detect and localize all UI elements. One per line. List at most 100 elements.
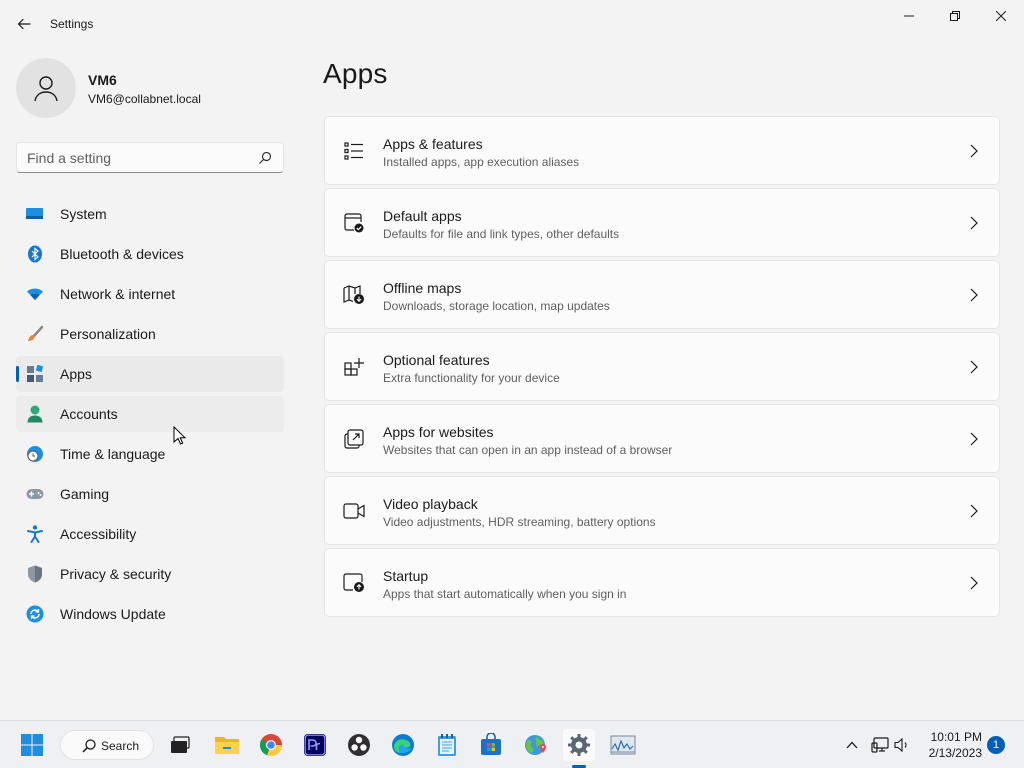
card-apps-for-websites[interactable]: Apps for websites Websites that can open… — [324, 404, 1000, 473]
search-icon[interactable] — [257, 150, 273, 166]
sidebar-item-gaming[interactable]: Gaming — [16, 476, 284, 512]
chevron-right-icon — [967, 575, 981, 591]
card-title: Apps & features — [383, 136, 483, 152]
maximize-button[interactable] — [932, 0, 978, 32]
file-explorer-button[interactable] — [211, 729, 243, 761]
user-email: VM6@collabnet.local — [88, 92, 201, 106]
sidebar-item-network[interactable]: Network & internet — [16, 276, 284, 312]
chevron-right-icon — [967, 143, 981, 159]
startup-icon — [343, 572, 365, 594]
card-description: Video adjustments, HDR streaming, batter… — [383, 515, 656, 529]
sidebar-item-label: Windows Update — [60, 606, 166, 622]
default-apps-icon — [343, 212, 365, 234]
minimize-button[interactable] — [886, 0, 932, 32]
premiere-icon — [304, 734, 326, 756]
sidebar-item-system[interactable]: System — [16, 196, 284, 232]
minimize-icon — [904, 15, 914, 17]
wifi-icon — [26, 285, 44, 303]
card-offline-maps[interactable]: Offline maps Downloads, storage location… — [324, 260, 1000, 329]
taskbar-search-label: Search — [101, 739, 140, 753]
mouse-cursor-icon — [173, 426, 187, 445]
chrome-icon — [259, 734, 283, 757]
notification-badge[interactable]: 1 — [987, 736, 1005, 754]
notepad-button[interactable] — [431, 729, 463, 761]
start-button[interactable] — [16, 729, 48, 761]
page-title: Apps — [323, 58, 388, 89]
update-icon — [26, 605, 44, 623]
card-title: Default apps — [383, 208, 462, 224]
edge-button[interactable] — [387, 729, 419, 761]
card-description: Websites that can open in an app instead… — [383, 443, 673, 457]
avatar[interactable] — [16, 58, 76, 118]
store-icon — [481, 733, 501, 755]
card-apps-features[interactable]: Apps & features Installed apps, app exec… — [324, 116, 1000, 185]
taskbar-search-button[interactable]: Search — [60, 730, 154, 760]
card-description: Apps that start automatically when you s… — [383, 587, 627, 601]
sidebar-item-label: Bluetooth & devices — [60, 246, 184, 262]
person-icon — [26, 405, 44, 423]
window-title: Settings — [50, 17, 94, 31]
back-button[interactable] — [10, 10, 38, 38]
apps-icon — [26, 365, 44, 383]
maps-button[interactable] — [519, 729, 551, 761]
settings-gear-icon — [568, 734, 590, 756]
clock-time: 10:01 PM — [930, 730, 982, 744]
search-icon — [82, 739, 96, 753]
grid-add-icon — [343, 356, 365, 378]
open-external-icon — [343, 428, 365, 450]
settings-search-box[interactable] — [16, 142, 284, 173]
sidebar-item-personalization[interactable]: Personalization — [16, 316, 284, 352]
sidebar-item-label: Privacy & security — [60, 566, 172, 582]
sidebar-item-accessibility[interactable]: Accessibility — [16, 516, 284, 552]
sidebar-item-bluetooth[interactable]: Bluetooth & devices — [16, 236, 284, 272]
restore-icon — [950, 11, 960, 21]
resource-monitor-button[interactable] — [607, 729, 639, 761]
bluetooth-icon — [26, 245, 44, 263]
user-name: VM6 — [88, 72, 117, 88]
show-hidden-icons-button[interactable] — [842, 735, 862, 755]
premiere-button[interactable] — [299, 729, 331, 761]
settings-card-list: Apps & features Installed apps, app exec… — [324, 116, 1000, 620]
sidebar-item-time-language[interactable]: Time & language — [16, 436, 284, 472]
obs-button[interactable] — [343, 729, 375, 761]
map-download-icon — [343, 284, 365, 306]
close-button[interactable] — [978, 0, 1024, 32]
edge-icon — [392, 734, 414, 756]
card-optional-features[interactable]: Optional features Extra functionality fo… — [324, 332, 1000, 401]
settings-button[interactable] — [563, 729, 595, 761]
sidebar-item-label: Accounts — [60, 406, 118, 422]
sidebar-nav: System Bluetooth & devices Network & int… — [16, 196, 284, 636]
sidebar-item-privacy[interactable]: Privacy & security — [16, 556, 284, 592]
video-icon — [343, 500, 365, 522]
card-video-playback[interactable]: Video playback Video adjustments, HDR st… — [324, 476, 1000, 545]
card-startup[interactable]: Startup Apps that start automatically wh… — [324, 548, 1000, 617]
title-bar: Settings — [0, 0, 1024, 48]
notepad-icon — [438, 734, 456, 756]
sidebar-item-label: Accessibility — [60, 526, 137, 542]
sidebar-item-apps[interactable]: Apps — [16, 356, 284, 392]
maps-globe-icon — [525, 735, 546, 755]
selection-indicator — [16, 366, 19, 382]
card-default-apps[interactable]: Default apps Defaults for file and link … — [324, 188, 1000, 257]
card-title: Optional features — [383, 352, 490, 368]
close-icon — [996, 11, 1006, 21]
chevron-right-icon — [967, 431, 981, 447]
volume-icon — [894, 737, 907, 753]
chrome-button[interactable] — [255, 729, 287, 761]
search-input[interactable] — [27, 149, 252, 167]
card-title: Apps for websites — [383, 424, 494, 440]
task-view-button[interactable] — [164, 729, 196, 761]
card-title: Startup — [383, 568, 429, 584]
sidebar-item-windows-update[interactable]: Windows Update — [16, 596, 284, 632]
accessibility-icon — [26, 525, 44, 543]
clock-date: 2/13/2023 — [928, 746, 982, 760]
sidebar-item-label: System — [60, 206, 107, 222]
store-button[interactable] — [475, 729, 507, 761]
card-title: Video playback — [383, 496, 478, 512]
globe-clock-icon — [26, 445, 44, 463]
windows-logo-icon — [21, 734, 43, 756]
volume-tray-button[interactable] — [893, 735, 913, 755]
network-tray-button[interactable] — [870, 735, 890, 755]
monitor-icon — [26, 205, 44, 223]
sidebar-item-accounts[interactable]: Accounts — [16, 396, 284, 432]
